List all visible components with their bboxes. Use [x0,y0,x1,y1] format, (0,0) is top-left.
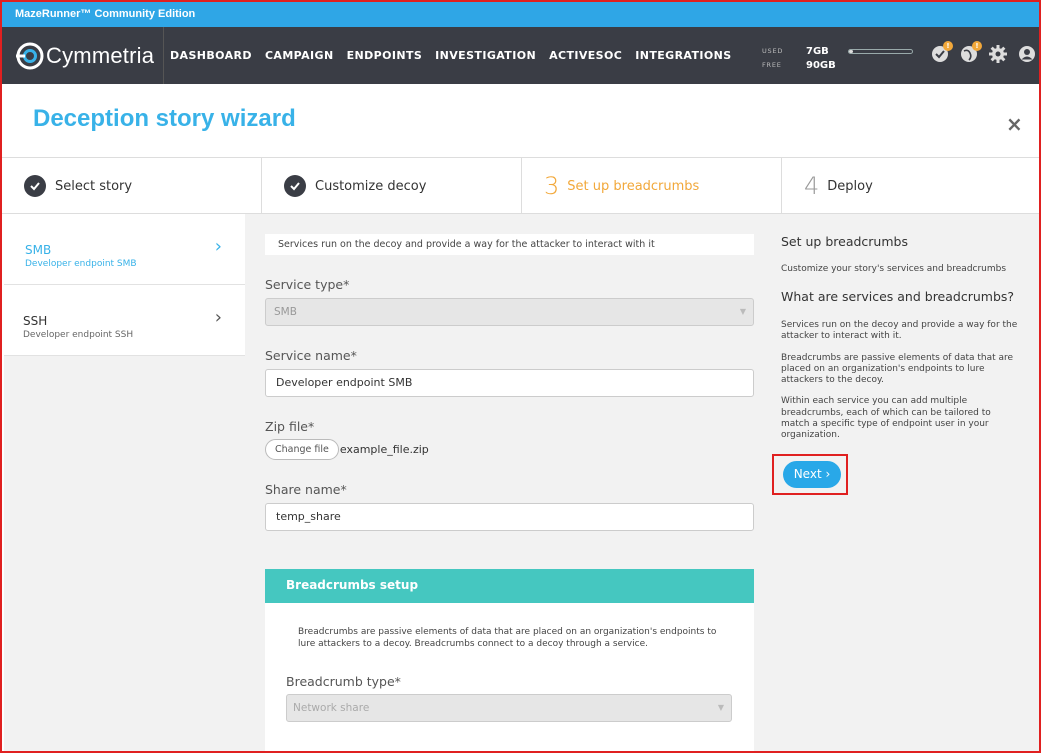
wizard-content: SMB Developer endpoint SMB › SSH Develop… [4,214,1039,751]
gear-icon[interactable] [988,44,1008,64]
help-panel: Set up breadcrumbs Customize your story'… [781,234,1021,442]
globe-badge: ! [972,41,982,51]
service-name-label: Service name* [265,348,357,363]
breadcrumbs-description: Breadcrumbs are passive elements of data… [298,627,717,649]
file-name: example_file.zip [339,443,429,456]
free-label: FREE [762,61,782,69]
next-button[interactable]: Next › [783,461,841,488]
service-type-value: SMB [274,306,297,318]
service-subtitle: Developer endpoint SSH [23,330,134,340]
logo[interactable]: Cymmetria [2,27,164,84]
step-number: 3 [544,172,560,200]
usage-bar-fill [849,50,854,53]
service-name: SMB [25,243,52,257]
help-paragraph: Services run on the decoy and provide a … [781,320,1018,342]
step-label: Select story [55,178,133,194]
step-label: Customize decoy [315,178,427,194]
usage-bar [848,49,913,54]
close-button[interactable]: × [1006,112,1023,136]
nav-campaign[interactable]: CAMPAIGN [265,49,334,62]
check-icon [24,175,46,197]
main-menu: DASHBOARD CAMPAIGN ENDPOINTS INVESTIGATI… [170,27,745,84]
help-heading: What are services and breadcrumbs? [781,289,1015,304]
service-item-ssh[interactable]: SSH Developer endpoint SSH › [4,285,245,356]
service-name-input[interactable]: Developer endpoint SMB [265,369,754,397]
step-label: Deploy [827,178,873,194]
breadcrumbs-card: Breadcrumbs setup Breadcrumbs are passiv… [265,569,754,751]
step-deploy[interactable]: 4 Deploy [782,158,1039,214]
nav-activesoc[interactable]: ACTIVESOC [549,49,622,62]
chevron-right-icon: › [214,236,222,257]
cymmetria-logo-icon [16,42,44,69]
nav-investigation[interactable]: INVESTIGATION [435,49,536,62]
dropdown-arrow-icon: ▼ [739,307,746,316]
breadcrumb-type-select[interactable]: Network share ▼ [286,694,732,722]
dropdown-arrow-icon: ▼ [717,703,724,712]
top-nav: Cymmetria DASHBOARD CAMPAIGN ENDPOINTS I… [2,27,1039,84]
nav-endpoints[interactable]: ENDPOINTS [347,49,423,62]
alerts-icon[interactable]: ! [930,41,953,64]
help-paragraph: Within each service you can add multiple… [781,396,991,441]
wizard-steps: Select story Customize decoy 3 Set up br… [2,158,1039,214]
step-set-up-breadcrumbs[interactable]: 3 Set up breadcrumbs [522,158,782,214]
service-type-select[interactable]: SMB ▼ [265,298,754,326]
app-frame: MazeRunner™ Community Edition Cymmetria … [0,0,1041,753]
wizard-header: Deception story wizard × [2,84,1039,158]
nav-integrations[interactable]: INTEGRATIONS [635,49,731,62]
breadcrumbs-body: Breadcrumbs are passive elements of data… [265,603,754,722]
service-item-smb[interactable]: SMB Developer endpoint SMB › [4,214,245,285]
breadcrumbs-header: Breadcrumbs setup [265,569,754,603]
chevron-right-icon: › [214,307,222,328]
step-customize-decoy[interactable]: Customize decoy [262,158,522,214]
zip-file-label: Zip file* [265,419,315,434]
change-file-button[interactable]: Change file [265,439,339,460]
nav-icons: ! ! [930,41,1039,64]
share-name-input[interactable]: temp_share [265,503,754,531]
used-value: 7GB [806,45,829,57]
service-type-label: Service type* [265,277,350,292]
next-highlight: Next › [772,454,848,495]
help-paragraph: Breadcrumbs are passive elements of data… [781,352,1014,386]
form-intro: Services run on the decoy and provide a … [265,234,754,255]
step-select-story[interactable]: Select story [2,158,262,214]
user-icon[interactable] [1017,44,1037,64]
breadcrumb-type-value: Network share [293,702,370,714]
check-icon [284,175,306,197]
step-number: 4 [804,172,820,200]
globe-alerts-icon[interactable]: ! [959,41,982,64]
step-label: Set up breadcrumbs [567,178,700,194]
service-form: Services run on the decoy and provide a … [265,234,754,531]
help-subtitle: Customize your story's services and brea… [781,264,1007,274]
alerts-badge: ! [943,41,953,51]
help-title: Set up breadcrumbs [781,234,908,249]
share-name-label: Share name* [265,482,347,497]
service-name: SSH [23,314,48,328]
zip-file-row: Change file example_file.zip [265,439,754,460]
page-title: Deception story wizard [33,105,296,132]
free-value: 90GB [806,59,836,71]
service-subtitle: Developer endpoint SMB [25,259,137,269]
used-label: USED [762,47,784,55]
logo-text: Cymmetria [46,42,155,68]
window-title: MazeRunner™ Community Edition [2,2,1039,27]
nav-dashboard[interactable]: DASHBOARD [170,49,252,62]
storage-usage: USED 7GB FREE 90GB [762,44,913,72]
service-list: SMB Developer endpoint SMB › SSH Develop… [4,214,245,356]
breadcrumb-type-label: Breadcrumb type* [286,674,401,689]
